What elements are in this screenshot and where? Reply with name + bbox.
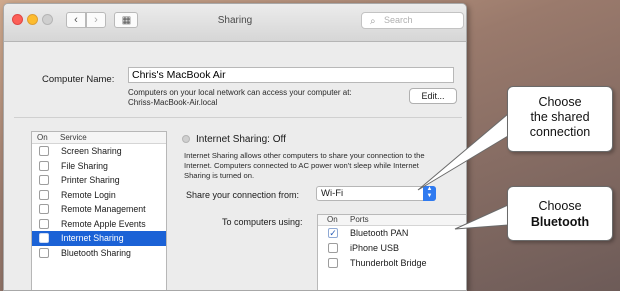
- updown-arrows-icon: ▲ ▼: [423, 186, 436, 201]
- callout-shared-connection: Choose the shared connection: [507, 86, 613, 152]
- callout-text: Choose: [538, 199, 582, 213]
- service-list-header: On Service: [32, 132, 166, 144]
- ports-list: On Ports ✓ Bluetooth PAN iPhone USB Thun…: [317, 214, 466, 290]
- column-on: On: [327, 215, 338, 224]
- service-row-printer-sharing[interactable]: Printer Sharing: [32, 173, 166, 188]
- service-row-bluetooth-sharing[interactable]: Bluetooth Sharing: [32, 246, 166, 261]
- service-row-remote-login[interactable]: Remote Login: [32, 188, 166, 203]
- callout-text: Choose: [538, 95, 582, 109]
- description-line: Sharing is turned on.: [184, 171, 255, 180]
- description-line: Internet. Computers connected to AC powe…: [184, 161, 419, 170]
- port-label: Thunderbolt Bridge: [350, 258, 427, 268]
- share-from-label: Share your connection from:: [186, 190, 300, 200]
- service-label: Printer Sharing: [61, 175, 120, 185]
- service-checkbox[interactable]: [39, 175, 49, 185]
- port-label: iPhone USB: [350, 243, 400, 253]
- port-checkbox[interactable]: [328, 258, 338, 268]
- computer-name-label: Computer Name:: [42, 74, 115, 85]
- callout-text: connection: [529, 125, 591, 139]
- status-indicator: [182, 135, 190, 143]
- divider: [14, 117, 462, 118]
- search-field[interactable]: ⌕ Search: [361, 12, 464, 29]
- sharing-window: ‹ › ▦ Sharing ⌕ Search Computer Name: Ch…: [3, 3, 467, 291]
- title-bar: ‹ › ▦ Sharing ⌕ Search: [4, 4, 466, 42]
- callout-text: the shared: [530, 110, 590, 124]
- port-row-bluetooth-pan[interactable]: ✓ Bluetooth PAN: [318, 226, 466, 241]
- search-icon: ⌕: [370, 16, 376, 27]
- callout-bluetooth: Choose Bluetooth: [507, 186, 613, 241]
- search-placeholder: Search: [384, 15, 413, 25]
- service-checkbox[interactable]: [39, 233, 49, 243]
- port-row-thunderbolt-bridge[interactable]: Thunderbolt Bridge: [318, 256, 466, 271]
- service-checkbox[interactable]: [39, 204, 49, 214]
- service-checkbox[interactable]: [39, 146, 49, 156]
- service-label: File Sharing: [61, 160, 108, 171]
- service-label: Screen Sharing: [61, 146, 122, 156]
- service-label: Remote Login: [61, 189, 116, 200]
- port-row-iphone-usb[interactable]: iPhone USB: [318, 241, 466, 256]
- to-computers-label: To computers using:: [222, 217, 303, 227]
- service-row-remote-apple-events[interactable]: Remote Apple Events: [32, 217, 166, 232]
- service-checkbox[interactable]: [39, 247, 49, 258]
- service-list: On Service Screen Sharing File Sharing P…: [31, 131, 167, 290]
- service-row-remote-management[interactable]: Remote Management: [32, 202, 166, 217]
- ports-list-header: On Ports: [318, 215, 466, 226]
- service-checkbox[interactable]: [39, 218, 49, 229]
- local-hostname: Chriss-MacBook-Air.local: [128, 98, 218, 107]
- edit-button[interactable]: Edit...: [409, 88, 457, 104]
- service-row-internet-sharing[interactable]: Internet Sharing: [32, 231, 166, 246]
- service-label: Remote Apple Events: [61, 218, 146, 229]
- computer-name-input[interactable]: Chris's MacBook Air: [128, 67, 454, 83]
- service-checkbox[interactable]: [39, 160, 49, 171]
- description-line: Internet Sharing allows other computers …: [184, 151, 425, 160]
- computer-name-help: Computers on your local network can acce…: [128, 88, 352, 97]
- port-checkbox[interactable]: [328, 243, 338, 253]
- column-service: Service: [60, 133, 87, 142]
- port-label: Bluetooth PAN: [350, 228, 409, 238]
- service-row-screen-sharing[interactable]: Screen Sharing: [32, 144, 166, 159]
- service-row-file-sharing[interactable]: File Sharing: [32, 159, 166, 174]
- checkmark-icon[interactable]: ✓: [328, 228, 338, 238]
- callout-text: Bluetooth: [530, 215, 590, 229]
- service-checkbox[interactable]: [39, 189, 49, 200]
- column-on: On: [37, 133, 48, 142]
- share-from-value: Wi-Fi: [321, 188, 344, 199]
- internet-sharing-status: Internet Sharing: Off: [196, 134, 286, 145]
- column-ports: Ports: [350, 215, 369, 224]
- service-label: Bluetooth Sharing: [61, 247, 131, 258]
- service-label: Remote Management: [61, 204, 146, 214]
- internet-sharing-description: Internet Sharing allows other computers …: [184, 151, 462, 181]
- service-label: Internet Sharing: [61, 233, 124, 243]
- share-from-popup[interactable]: Wi-Fi ▲ ▼: [316, 186, 436, 201]
